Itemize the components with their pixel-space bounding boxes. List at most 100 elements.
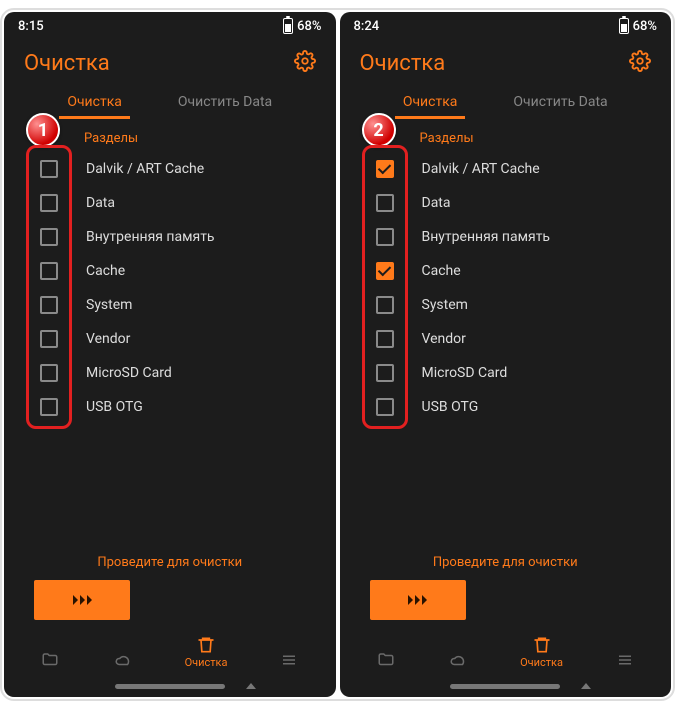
cloud-icon	[447, 651, 469, 669]
caret-up-icon	[246, 683, 256, 689]
list-item[interactable]: Data	[26, 186, 320, 220]
nav-cloud[interactable]	[112, 651, 134, 669]
trash-icon	[195, 636, 217, 654]
checkbox[interactable]	[40, 364, 58, 382]
item-label: System	[86, 297, 132, 313]
item-label: Vendor	[422, 331, 466, 347]
nav-files[interactable]	[375, 651, 397, 669]
home-pill[interactable]	[450, 684, 560, 689]
folder-icon	[375, 651, 397, 669]
list-item[interactable]: MicroSD Card	[26, 356, 320, 390]
list-item[interactable]: Cache	[26, 254, 320, 288]
list-item[interactable]: Dalvik / ART Cache	[362, 152, 656, 186]
partition-list: Dalvik / ART CacheDataВнутренняя память C…	[4, 152, 336, 424]
checkbox[interactable]	[376, 160, 394, 178]
tab-cleanup[interactable]: Очистка	[59, 88, 130, 119]
content-area: 2 Разделы Dalvik / ART CacheDataВнутренн…	[340, 119, 672, 555]
battery-pct: 68%	[297, 19, 321, 34]
list-item[interactable]: Cache	[362, 254, 656, 288]
folder-icon	[39, 651, 61, 669]
comparison-container: 8:15 68% Очистка Очистка Очистить Data 1…	[0, 8, 675, 701]
content-area: 1 Разделы Dalvik / ART CacheDataВнутренн…	[4, 119, 336, 555]
step-badge: 2	[362, 113, 396, 147]
phone-screen-1: 8:15 68% Очистка Очистка Очистить Data 1…	[4, 12, 336, 697]
list-item[interactable]: USB OTG	[26, 390, 320, 424]
tab-clear-data[interactable]: Очистить Data	[505, 88, 615, 119]
caret-up-icon	[581, 683, 591, 689]
list-item[interactable]: System	[26, 288, 320, 322]
checkbox[interactable]	[40, 228, 58, 246]
app-header: Очистка	[340, 40, 672, 82]
battery-icon	[283, 18, 293, 34]
list-item[interactable]: Data	[362, 186, 656, 220]
checkbox[interactable]	[376, 364, 394, 382]
chevron-right-icon	[408, 595, 413, 605]
chevron-right-icon	[80, 595, 85, 605]
list-item[interactable]: USB OTG	[362, 390, 656, 424]
phone-screen-2: 8:24 68% Очистка Очистка Очистить Data 2…	[340, 12, 672, 697]
swipe-button[interactable]	[370, 580, 466, 620]
item-label: MicroSD Card	[422, 365, 508, 381]
nav-cleanup[interactable]: Очистка	[520, 636, 563, 669]
battery-icon	[619, 18, 629, 34]
chevron-right-icon	[415, 595, 420, 605]
nav-cloud[interactable]	[447, 651, 469, 669]
swipe-label: Проведите для очистки	[433, 555, 578, 570]
chevron-right-icon	[73, 595, 78, 605]
clock: 8:24	[354, 19, 380, 34]
list-item[interactable]: Vendor	[26, 322, 320, 356]
checkbox[interactable]	[40, 398, 58, 416]
checkbox[interactable]	[40, 160, 58, 178]
nav-menu[interactable]	[278, 651, 300, 669]
list-item[interactable]: Внутренняя память	[362, 220, 656, 254]
tab-cleanup[interactable]: Очистка	[395, 88, 466, 119]
item-label: Cache	[86, 263, 125, 279]
item-label: Внутренняя память	[422, 229, 551, 245]
checkbox[interactable]	[376, 228, 394, 246]
checkbox[interactable]	[376, 330, 394, 348]
status-bar: 8:24 68%	[340, 12, 672, 40]
item-label: MicroSD Card	[86, 365, 172, 381]
gear-icon[interactable]	[294, 50, 316, 76]
list-item[interactable]: Внутренняя память	[26, 220, 320, 254]
trash-icon	[531, 636, 553, 654]
item-label: USB OTG	[86, 399, 143, 415]
menu-icon	[614, 651, 636, 669]
item-label: Dalvik / ART Cache	[422, 161, 540, 177]
status-bar: 8:15 68%	[4, 12, 336, 40]
checkbox[interactable]	[376, 398, 394, 416]
item-label: Vendor	[86, 331, 130, 347]
nav-menu[interactable]	[614, 651, 636, 669]
step-badge: 1	[26, 113, 60, 147]
list-item[interactable]: Vendor	[362, 322, 656, 356]
tab-clear-data[interactable]: Очистить Data	[170, 88, 280, 119]
checkbox[interactable]	[40, 330, 58, 348]
chevron-right-icon	[422, 595, 427, 605]
list-item[interactable]: MicroSD Card	[362, 356, 656, 390]
item-label: Data	[422, 195, 451, 211]
system-nav	[340, 675, 672, 697]
checkbox[interactable]	[40, 296, 58, 314]
swipe-button[interactable]	[34, 580, 130, 620]
nav-label: Очистка	[185, 656, 228, 669]
gear-icon[interactable]	[629, 50, 651, 76]
list-item[interactable]: Dalvik / ART Cache	[26, 152, 320, 186]
checkbox[interactable]	[40, 194, 58, 212]
nav-files[interactable]	[39, 651, 61, 669]
checkbox[interactable]	[376, 194, 394, 212]
nav-cleanup[interactable]: Очистка	[185, 636, 228, 669]
checkbox[interactable]	[40, 262, 58, 280]
battery-pct: 68%	[633, 19, 657, 34]
checkbox[interactable]	[376, 262, 394, 280]
tabs: Очистка Очистить Data	[4, 82, 336, 119]
item-label: System	[422, 297, 468, 313]
item-label: Cache	[422, 263, 461, 279]
chevron-right-icon	[87, 595, 92, 605]
home-pill[interactable]	[115, 684, 225, 689]
list-item[interactable]: System	[362, 288, 656, 322]
system-nav	[4, 675, 336, 697]
nav-label: Очистка	[520, 656, 563, 669]
tabs: Очистка Очистить Data	[340, 82, 672, 119]
checkbox[interactable]	[376, 296, 394, 314]
swipe-label: Проведите для очистки	[97, 555, 242, 570]
